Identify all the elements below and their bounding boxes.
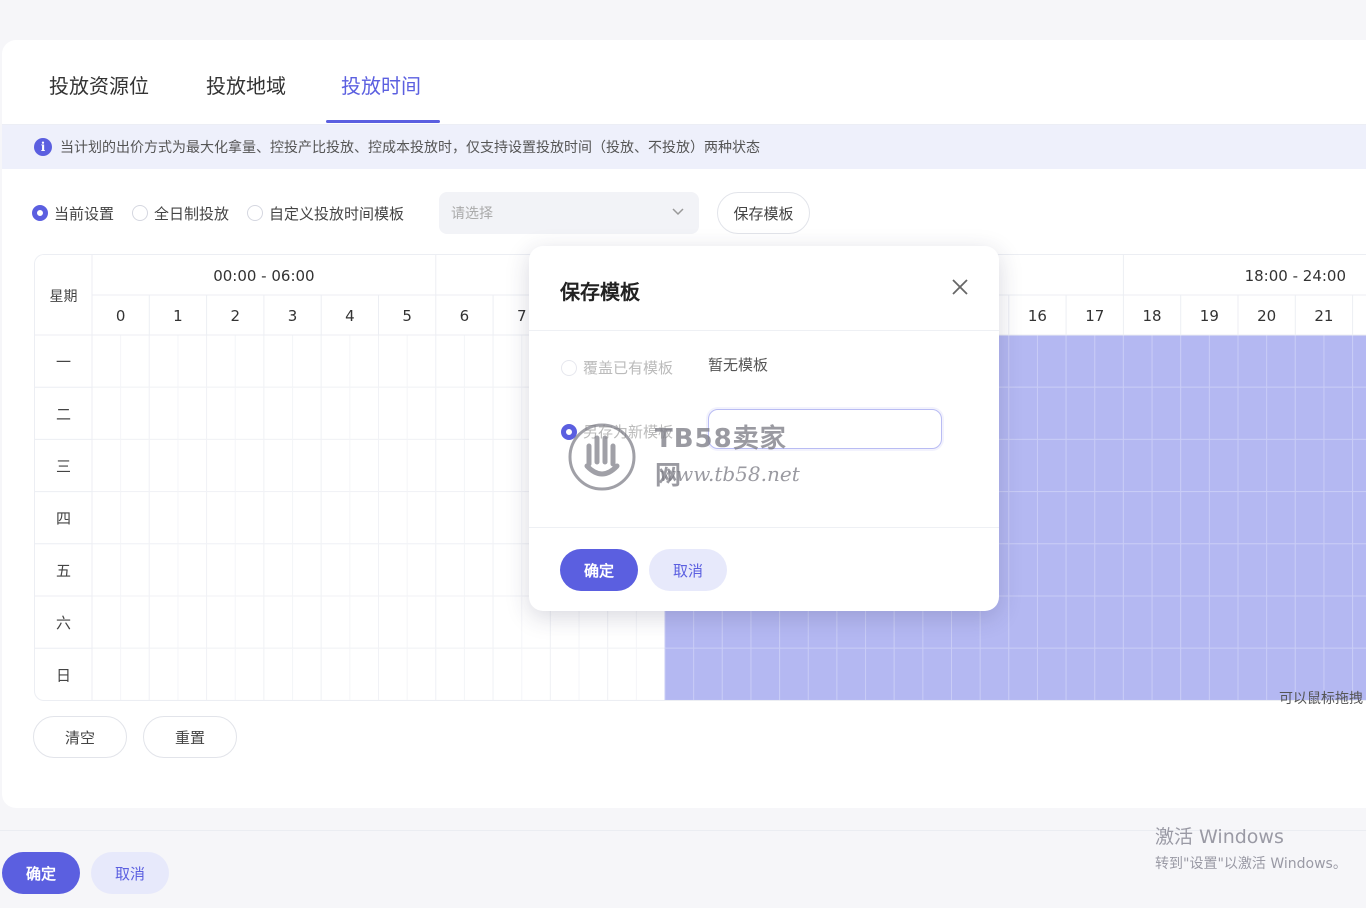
radio-custom-template[interactable]: 自定义投放时间模板 [247, 203, 404, 224]
tab-bar: 投放资源位 投放地域 投放时间 [2, 40, 1366, 125]
radio-current-setting[interactable]: 当前设置 [32, 203, 114, 224]
activation-line1: 激活 Windows [1155, 826, 1284, 848]
modal-divider-top [529, 330, 999, 331]
hour-label: 7 [517, 307, 527, 325]
schedule-cell [1352, 543, 1366, 597]
day-label: 四 [56, 510, 71, 528]
hour-label: 20 [1257, 307, 1276, 325]
drag-hint: 可以鼠标拖拽 [1279, 691, 1363, 707]
hour-label: 0 [116, 307, 126, 325]
hour-label: 16 [1028, 307, 1047, 325]
tab-region[interactable]: 投放地域 [206, 70, 286, 99]
day-label: 一 [56, 353, 71, 371]
schedule-cell [1352, 334, 1366, 388]
modal-cancel-button[interactable]: 取消 [649, 549, 727, 591]
reset-button[interactable]: 重置 [143, 716, 237, 758]
radio-save-new-template[interactable]: 另存为新模板 [561, 421, 673, 442]
day-label: 六 [56, 614, 71, 632]
time-mode-group: 当前设置 全日制投放 自定义投放时间模板 [32, 192, 422, 234]
radio-label: 自定义投放时间模板 [269, 204, 405, 223]
schedule-cell [1352, 386, 1366, 440]
hour-label: 3 [288, 307, 298, 325]
day-label: 三 [56, 458, 71, 476]
radio-overwrite-template[interactable]: 覆盖已有模板 [561, 357, 673, 378]
radio-dot-selected [32, 205, 48, 221]
radio-label: 当前设置 [54, 204, 115, 223]
hour-label: 6 [460, 307, 470, 325]
footer-confirm-button[interactable]: 确定 [2, 852, 80, 894]
modal-divider-bottom [529, 527, 999, 528]
modal-title: 保存模板 [560, 280, 640, 304]
hour-label: 21 [1314, 307, 1333, 325]
template-select[interactable]: 请选择 [439, 192, 699, 234]
hour-label: 5 [402, 307, 412, 325]
active-tab-indicator [326, 120, 440, 123]
template-name-input[interactable] [708, 409, 942, 449]
hour-label: 17 [1085, 307, 1104, 325]
select-placeholder: 请选择 [451, 206, 493, 222]
radio-dot [247, 205, 264, 221]
range-label: 18:00 - 24:00 [1245, 267, 1346, 285]
radio-label: 另存为新模板 [583, 423, 674, 441]
radio-full-day[interactable]: 全日制投放 [132, 203, 229, 224]
tab-resource[interactable]: 投放资源位 [49, 70, 149, 99]
activation-line2: 转到"设置"以激活 Windows。 [1155, 856, 1347, 872]
radio-dot-disabled [561, 359, 577, 376]
clear-button[interactable]: 清空 [33, 716, 127, 758]
save-template-button[interactable]: 保存模板 [717, 192, 810, 234]
schedule-cell [1352, 595, 1366, 649]
weekday-header: 星期 [50, 289, 78, 305]
schedule-cell [1352, 491, 1366, 545]
tab-time[interactable]: 投放时间 [341, 70, 421, 99]
modal-confirm-button[interactable]: 确定 [560, 549, 638, 591]
no-template-text: 暂无模板 [708, 356, 769, 374]
schedule-cell [1352, 438, 1366, 493]
radio-label: 全日制投放 [154, 204, 230, 223]
radio-label: 覆盖已有模板 [583, 359, 674, 377]
radio-dot-selected [561, 423, 577, 440]
hour-label: 2 [230, 307, 240, 325]
info-icon: i [34, 138, 52, 156]
windows-activation-notice: 激活 Windows 转到"设置"以激活 Windows。 [1155, 822, 1347, 873]
close-icon[interactable] [951, 278, 969, 296]
hour-label: 19 [1200, 307, 1219, 325]
chevron-down-icon [672, 208, 684, 216]
footer-cancel-button[interactable]: 取消 [91, 852, 169, 894]
notice-bar: i 当计划的出价方式为最大化拿量、控投产比投放、控成本投放时，仅支持设置投放时间… [2, 125, 1366, 169]
hour-label: 4 [345, 307, 355, 325]
range-label: 00:00 - 06:00 [213, 267, 314, 285]
hour-label: 1 [173, 307, 183, 325]
day-label: 五 [56, 562, 71, 580]
notice-text: 当计划的出价方式为最大化拿量、控投产比投放、控成本投放时，仅支持设置投放时间（投… [60, 140, 760, 156]
day-label: 二 [56, 405, 71, 423]
hour-label: 18 [1143, 307, 1162, 325]
radio-dot [132, 205, 149, 221]
day-label: 日 [56, 666, 71, 684]
save-template-modal: 保存模板 覆盖已有模板 暂无模板 另存为新模板 确定 取消 [529, 246, 999, 611]
